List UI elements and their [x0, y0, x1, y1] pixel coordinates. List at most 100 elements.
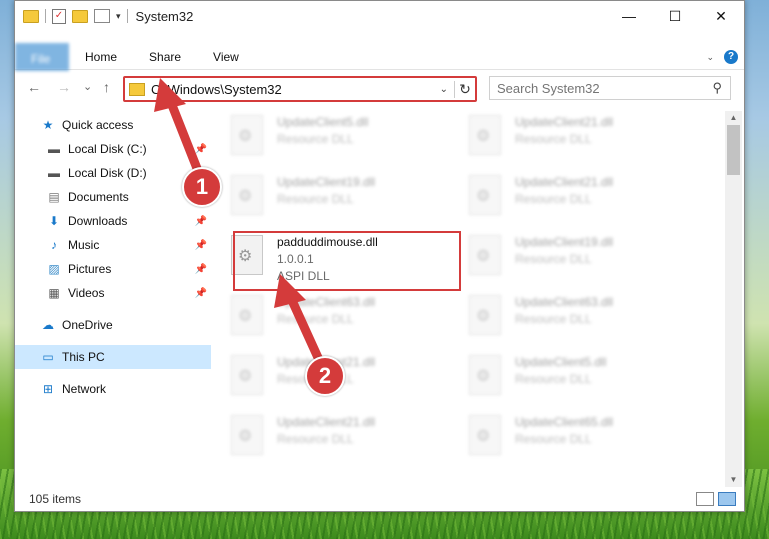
dll-file-icon: [469, 355, 501, 395]
large-icons-view-icon[interactable]: [718, 492, 736, 506]
file-item[interactable]: UpdateClient21.dll Resource DLL: [231, 411, 469, 471]
dll-file-icon: [231, 415, 263, 455]
separator: [45, 9, 46, 23]
address-dropdown-icon[interactable]: ⌄: [434, 84, 454, 95]
sidebar-item-label: Pictures: [68, 262, 112, 276]
tab-home[interactable]: Home: [69, 45, 133, 69]
separator: [126, 9, 128, 23]
new-folder-icon[interactable]: [72, 9, 88, 23]
dll-file-icon: [469, 175, 501, 215]
tab-file[interactable]: File: [15, 43, 69, 71]
navigation-bar: ← → ⌄ ↑ C:\Windows\System32 ⌄ ↻ ⚲: [15, 74, 744, 102]
sidebar-item-label: Documents: [68, 190, 129, 204]
maximize-button[interactable]: ☐: [652, 1, 698, 31]
file-item[interactable]: UpdateClient21.dllResource DLL: [231, 351, 469, 411]
file-name: UpdateClient5.dll: [515, 355, 607, 369]
properties-check-icon[interactable]: ✓: [52, 8, 66, 24]
tab-view[interactable]: View: [197, 45, 255, 69]
dll-file-icon: [231, 355, 263, 395]
file-name: UpdateClient19.dll: [515, 235, 614, 249]
scroll-up-icon[interactable]: ▲: [725, 111, 742, 125]
computer-icon: ▭: [42, 350, 54, 364]
highlight-box: [233, 231, 461, 291]
expand-ribbon-chevron-icon[interactable]: ⌄: [706, 52, 714, 63]
dll-file-icon: [231, 115, 263, 155]
address-path[interactable]: C:\Windows\System32: [151, 82, 434, 97]
sidebar-item-label: Music: [68, 238, 100, 252]
sidebar-item-label: Quick access: [62, 118, 134, 132]
pin-icon: 📌: [194, 287, 207, 299]
file-item[interactable]: UpdateClient63.dll Resource DLL: [469, 291, 707, 351]
sidebar-item-local-disk-c[interactable]: ▬ Local Disk (C:) 📌: [15, 137, 211, 161]
file-item[interactable]: UpdateClient5.dll Resource DLL: [469, 351, 707, 411]
customize-toolbar-arrow-icon[interactable]: ▾: [116, 11, 121, 22]
pin-icon: 📌: [194, 143, 207, 155]
star-icon: ★: [42, 118, 54, 132]
sidebar-item-this-pc[interactable]: ▭ This PC: [15, 345, 211, 369]
file-name: UpdateClient21.dll: [515, 115, 614, 129]
sidebar-item-label: Downloads: [68, 214, 128, 228]
sidebar-item-pictures[interactable]: ▨ Pictures 📌: [15, 257, 211, 281]
network-icon: ⊞: [42, 382, 54, 396]
pin-icon: 📌: [194, 263, 207, 275]
tab-share[interactable]: Share: [133, 45, 197, 69]
dll-file-icon: [231, 295, 263, 335]
details-view-icon[interactable]: [696, 492, 714, 506]
sidebar-item-quick-access[interactable]: ★ Quick access: [15, 113, 211, 137]
file-description: Resource DLL: [515, 132, 592, 146]
pin-icon: 📌: [194, 239, 207, 251]
dll-file-icon: [469, 115, 501, 155]
dll-file-icon: [469, 415, 501, 455]
file-name: UpdateClient5.dll: [277, 115, 369, 129]
search-box[interactable]: ⚲: [489, 76, 731, 100]
help-icon[interactable]: ?: [724, 50, 738, 64]
videos-icon: ▦: [48, 286, 60, 300]
minimize-button[interactable]: —: [606, 1, 652, 31]
scroll-down-icon[interactable]: ▼: [725, 473, 742, 487]
refresh-button[interactable]: ↻: [454, 80, 475, 98]
close-button[interactable]: ✕: [698, 1, 744, 31]
window-title: System32: [135, 8, 194, 24]
recent-locations-button[interactable]: ⌄: [83, 80, 92, 93]
scroll-thumb[interactable]: [727, 125, 740, 175]
sidebar-item-network[interactable]: ⊞ Network: [15, 377, 211, 401]
file-item[interactable]: UpdateClient5.dll Resource DLL: [231, 111, 469, 171]
file-description: Resource DLL: [277, 312, 354, 326]
file-description: Resource DLL: [515, 192, 592, 206]
properties-icon[interactable]: [94, 9, 110, 23]
up-button[interactable]: ↑: [103, 79, 110, 95]
sidebar-item-label: This PC: [62, 350, 105, 364]
sidebar-item-music[interactable]: ♪ Music 📌: [15, 233, 211, 257]
step-2-badge: 2: [305, 356, 345, 396]
address-bar[interactable]: C:\Windows\System32 ⌄ ↻: [123, 76, 477, 102]
pictures-icon: ▨: [48, 262, 60, 276]
vertical-scrollbar[interactable]: ▲ ▼: [725, 111, 742, 487]
file-item[interactable]: UpdateClient21.dllResource DLL: [469, 171, 707, 231]
sidebar-item-label: Videos: [68, 286, 105, 300]
sidebar-item-onedrive[interactable]: ☁ OneDrive: [15, 313, 211, 337]
search-input[interactable]: [490, 79, 713, 97]
back-button[interactable]: ←: [27, 79, 41, 95]
dll-file-icon: [469, 295, 501, 335]
folder-icon: [129, 82, 145, 96]
file-name: UpdateClient19.dll: [277, 175, 376, 189]
documents-icon: ▤: [48, 190, 60, 204]
pin-icon: 📌: [194, 215, 207, 227]
music-icon: ♪: [51, 238, 57, 252]
sidebar-item-videos[interactable]: ▦ Videos 📌: [15, 281, 211, 305]
file-item[interactable]: UpdateClient19.dll Resource DLL: [469, 231, 707, 291]
file-name: UpdateClient65.dll: [515, 415, 614, 429]
drive-icon: ▬: [48, 142, 60, 156]
file-item[interactable]: UpdateClient21.dll Resource DLL: [469, 111, 707, 171]
dll-file-icon: [469, 235, 501, 275]
file-item[interactable]: UpdateClient63.dll Resource DLL: [231, 291, 469, 351]
file-description: Resource DLL: [277, 432, 354, 446]
cloud-icon: ☁: [42, 318, 54, 332]
sidebar-item-label: Local Disk (C:): [68, 142, 147, 156]
file-name: UpdateClient21.dll: [277, 415, 376, 429]
forward-button[interactable]: →: [57, 79, 71, 95]
file-item[interactable]: UpdateClient19.dll Resource DLL: [231, 171, 469, 231]
file-name: UpdateClient63.dll: [515, 295, 614, 309]
sidebar-item-downloads[interactable]: ⬇ Downloads 📌: [15, 209, 211, 233]
file-item[interactable]: UpdateClient65.dll Resource DLL: [469, 411, 707, 471]
